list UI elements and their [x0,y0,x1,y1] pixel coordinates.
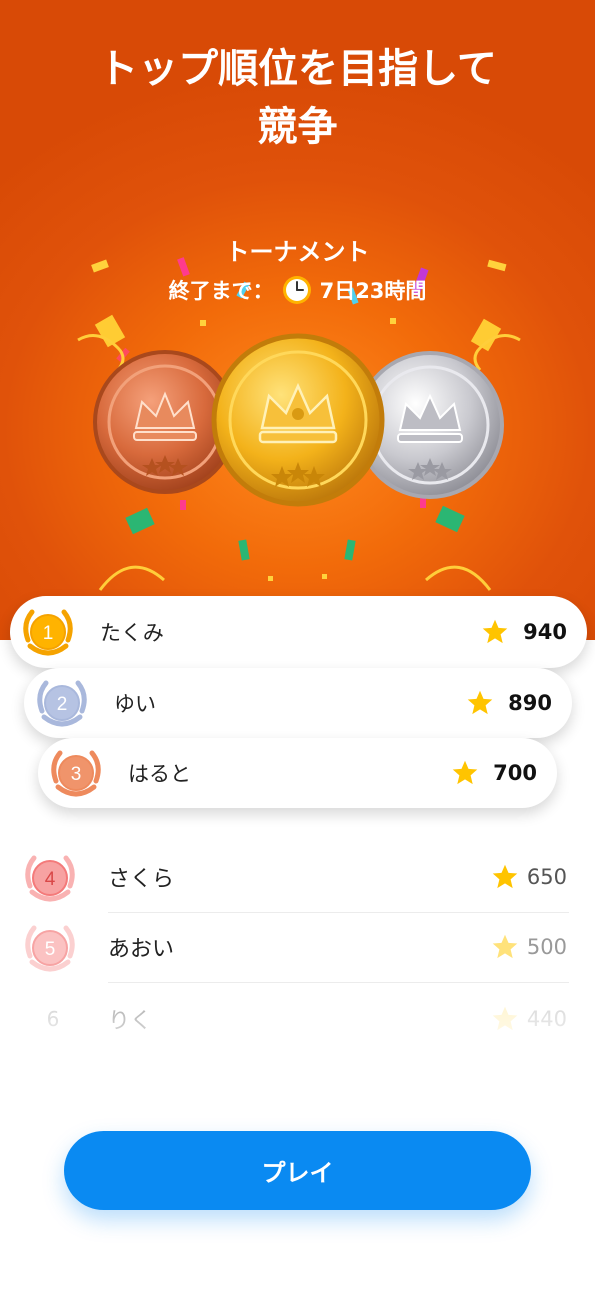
star-icon [492,934,518,959]
score-value: 890 [508,691,552,715]
leaderboard-row-3[interactable]: 3 はると 700 [38,738,557,808]
player-score: 700 [451,759,537,787]
leaderboard-row-2[interactable]: 2 ゆい 890 [24,668,572,738]
score-value: 700 [493,761,537,785]
rank-badge-silver-icon: 2 [37,680,87,727]
player-name: たくみ [100,621,164,645]
player-name: あおい [108,937,175,962]
star-icon [482,619,508,644]
player-score: 890 [466,689,552,717]
rank-badge-gold-icon: 1 [23,609,73,656]
hero-banner: トップ順位を目指して 競争 トーナメント 終了まで： 7日23時間 [0,0,595,640]
play-button[interactable]: プレイ [64,1131,531,1210]
player-score: 940 [481,618,567,646]
player-score: 650 [491,863,567,891]
leaderboard-row-4[interactable]: 4 さくら 650 [0,842,595,912]
player-name: さくら [108,867,175,892]
score-value: 940 [523,620,567,644]
leaderboard-row-1[interactable]: 1 たくみ 940 [10,596,587,668]
rank-badge-bronze-icon: 3 [51,750,101,797]
player-name: はると [128,762,191,786]
player-name: りく [108,1009,153,1034]
score-value: 440 [526,1007,567,1031]
star-icon [452,760,478,785]
rank-number: 4 [45,869,56,890]
player-score: 500 [491,933,567,961]
rank-badge-icon: 4 [25,855,75,902]
rank-number: 1 [43,623,54,644]
row-divider [108,982,569,983]
star-icon [492,1006,518,1031]
rank-number: 5 [45,939,56,960]
star-icon [467,690,493,715]
rank-number: 6 [46,1007,60,1031]
rank-badge-icon: 5 [25,925,75,972]
player-score: 440 [491,1005,567,1033]
star-icon [492,864,518,889]
gold-medal [211,333,385,507]
score-value: 500 [526,935,567,959]
leaderboard-row-5[interactable]: 5 あおい 500 [0,912,595,982]
rank-number: 2 [57,694,68,715]
leaderboard-row-6[interactable]: 6 りく 440 [0,984,595,1054]
medals-illustration [93,333,504,507]
rank-number: 3 [71,764,82,785]
score-value: 650 [526,865,567,889]
player-name: ゆい [114,692,156,716]
